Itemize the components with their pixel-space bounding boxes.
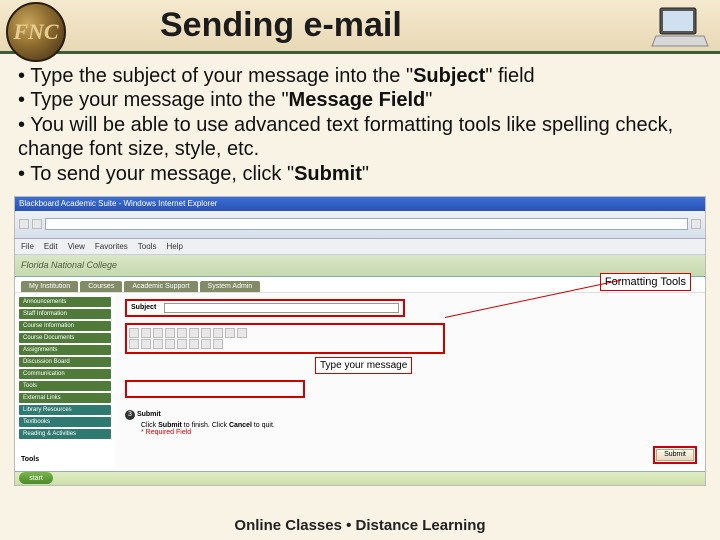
tab-academic-support[interactable]: Academic Support (124, 281, 197, 292)
bullet-3: • You will be able to use advanced text … (18, 113, 702, 162)
sidebar-item-external-links[interactable]: External Links (19, 393, 111, 403)
bullet-4-pre: • To send your message, click " (18, 163, 294, 185)
format-btn[interactable] (153, 328, 163, 338)
t: to quit. (252, 422, 275, 429)
tab-system-admin[interactable]: System Admin (200, 281, 261, 292)
formatting-toolbar-highlight (125, 323, 445, 354)
format-btn[interactable] (177, 339, 187, 349)
submit-instructions: Click Submit to finish. Click Cancel to … (141, 422, 695, 429)
sidebar-item-reading[interactable]: Reading & Activities (19, 429, 111, 439)
submit-button[interactable]: Submit (656, 449, 694, 461)
menu-view[interactable]: View (68, 242, 85, 251)
tab-my-institution[interactable]: My Institution (21, 281, 78, 292)
step-number: 3 (125, 410, 135, 420)
course-sidebar: Announcements Staff Information Course I… (15, 293, 115, 468)
subject-label: Subject (131, 304, 156, 311)
bullet-2: • Type your message into the "Message Fi… (18, 88, 702, 112)
format-btn[interactable] (129, 339, 139, 349)
submit-heading: Submit (137, 411, 161, 418)
forward-button[interactable] (32, 219, 42, 229)
format-btn[interactable] (237, 328, 247, 338)
bullet-1-bold: Subject (413, 65, 485, 87)
sidebar-item-textbooks[interactable]: Textbooks (19, 417, 111, 427)
blackboard-body: Announcements Staff Information Course I… (15, 293, 705, 468)
menu-favorites[interactable]: Favorites (95, 242, 128, 251)
format-btn[interactable] (213, 339, 223, 349)
submit-button-highlight: Submit (653, 446, 697, 464)
tools-panel-label: Tools (21, 456, 39, 463)
ie-menubar: File Edit View Favorites Tools Help (15, 239, 705, 255)
tab-courses[interactable]: Courses (80, 281, 122, 292)
logo-text: FNC (13, 19, 58, 45)
format-btn[interactable] (201, 328, 211, 338)
submit-section: 3 Submit Click Submit to finish. Click C… (125, 410, 695, 436)
go-button[interactable] (691, 219, 701, 229)
menu-file[interactable]: File (21, 242, 34, 251)
callout-type-message: Type your message (315, 357, 412, 374)
slide-footer: Online Classes • Distance Learning (0, 517, 720, 534)
sidebar-item-course-info[interactable]: Course Information (19, 321, 111, 331)
format-btn[interactable] (165, 328, 175, 338)
menu-help[interactable]: Help (166, 242, 182, 251)
bullet-1: • Type the subject of your message into … (18, 64, 702, 88)
t: to finish. Click (182, 422, 229, 429)
format-row-1 (129, 328, 441, 338)
t: Cancel (229, 422, 252, 429)
compose-area: Subject 3 Submit Click Submit to finish.… (115, 293, 705, 468)
sidebar-item-assignments[interactable]: Assignments (19, 345, 111, 355)
bullet-list: • Type the subject of your message into … (0, 54, 720, 192)
message-field-highlight[interactable] (125, 380, 305, 398)
format-btn[interactable] (189, 328, 199, 338)
t: Submit (158, 422, 182, 429)
format-btn[interactable] (129, 328, 139, 338)
bullet-4-post: " (362, 163, 369, 185)
subject-field-highlight: Subject (125, 299, 405, 317)
ie-titlebar: Blackboard Academic Suite - Windows Inte… (15, 197, 705, 211)
page-title: Sending e-mail (160, 6, 402, 45)
bullet-2-pre: • Type your message into the " (18, 89, 289, 111)
sidebar-item-communication[interactable]: Communication (19, 369, 111, 379)
menu-tools[interactable]: Tools (138, 242, 157, 251)
ie-title-text: Blackboard Academic Suite - Windows Inte… (19, 199, 217, 208)
slide-header: FNC Sending e-mail (0, 0, 720, 54)
format-btn[interactable] (141, 328, 151, 338)
sidebar-item-announcements[interactable]: Announcements (19, 297, 111, 307)
taskbar: start (15, 471, 705, 485)
ie-toolbar (15, 211, 705, 239)
required-text: Required Field (146, 429, 192, 436)
format-btn[interactable] (189, 339, 199, 349)
required-note: * Required Field (141, 429, 695, 436)
format-btn[interactable] (141, 339, 151, 349)
sidebar-item-course-docs[interactable]: Course Documents (19, 333, 111, 343)
back-button[interactable] (19, 219, 29, 229)
bb-brand: Florida National College (21, 260, 117, 270)
bullet-1-pre: • Type the subject of your message into … (18, 65, 413, 87)
bullet-4-bold: Submit (294, 163, 362, 185)
bullet-4: • To send your message, click "Submit" (18, 162, 702, 186)
bullet-2-post: " (425, 89, 432, 111)
browser-screenshot: Blackboard Academic Suite - Windows Inte… (14, 196, 706, 486)
subject-input[interactable] (164, 303, 399, 313)
t: Click (141, 422, 158, 429)
sidebar-item-tools[interactable]: Tools (19, 381, 111, 391)
bullet-2-bold: Message Field (289, 89, 426, 111)
sidebar-item-discussion[interactable]: Discussion Board (19, 357, 111, 367)
format-btn[interactable] (165, 339, 175, 349)
format-btn[interactable] (177, 328, 187, 338)
format-btn[interactable] (225, 328, 235, 338)
format-btn[interactable] (213, 328, 223, 338)
menu-edit[interactable]: Edit (44, 242, 58, 251)
format-btn[interactable] (201, 339, 211, 349)
address-bar[interactable] (45, 218, 688, 230)
format-btn[interactable] (153, 339, 163, 349)
format-row-2 (129, 339, 441, 349)
sidebar-item-library[interactable]: Library Resources (19, 405, 111, 415)
laptop-icon (650, 2, 710, 52)
bullet-1-post: " field (485, 65, 534, 87)
sidebar-item-staff[interactable]: Staff Information (19, 309, 111, 319)
start-button[interactable]: start (19, 472, 53, 484)
fnc-logo: FNC (6, 2, 66, 62)
